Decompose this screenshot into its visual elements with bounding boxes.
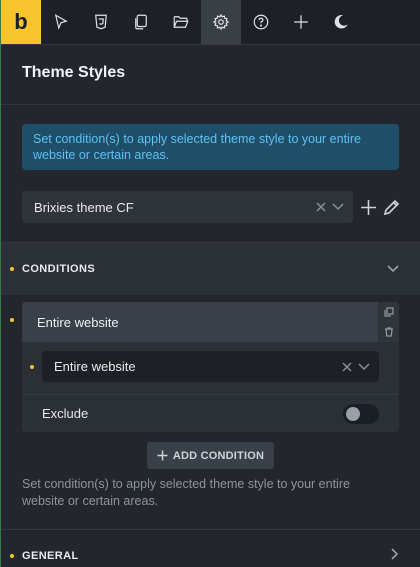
title-divider [1,104,420,105]
add-condition-label: ADD CONDITION [172,449,265,462]
active-dot [10,267,14,271]
clear-icon[interactable] [342,361,352,372]
panel-title: Theme Styles [22,64,126,81]
help-icon[interactable] [241,0,281,44]
general-section-header[interactable]: GENERAL [1,530,420,567]
add-style-icon[interactable] [360,199,377,221]
condition-dot [10,318,14,322]
edit-pencil-icon[interactable] [383,199,400,221]
conditions-section-header[interactable]: CONDITIONS [1,243,420,295]
cursor-icon[interactable] [41,0,81,44]
plus-icon [157,450,168,461]
chevron-down-icon [387,260,399,278]
css3-icon[interactable] [81,0,121,44]
plus-icon[interactable] [281,0,321,44]
folder-icon[interactable] [161,0,201,44]
exclude-toggle[interactable] [343,404,379,424]
clear-icon[interactable] [316,202,326,212]
exclude-row: Exclude [22,394,399,432]
duplicate-icon[interactable] [383,307,394,317]
active-dot [10,554,14,558]
condition-actions [378,302,399,342]
toggle-knob [346,407,360,421]
info-message: Set condition(s) to apply selected theme… [22,124,399,170]
chevron-down-icon [358,362,370,370]
conditions-heading: CONDITIONS [22,263,96,275]
theme-style-value: Brixies theme CF [34,199,134,215]
chevron-down-icon [332,203,344,211]
condition-select-dot [30,365,34,369]
condition-card: Entire website Entire website Exclude [22,302,399,432]
toolbar-divider [1,44,420,45]
condition-card-header[interactable]: Entire website [22,302,378,342]
trash-icon[interactable] [384,327,394,337]
chevron-right-icon [391,547,399,565]
condition-select[interactable]: Entire website [42,351,379,382]
bricks-logo[interactable]: b [1,0,41,44]
moon-icon[interactable] [321,0,361,44]
gear-icon[interactable] [201,0,241,44]
add-condition-button[interactable]: ADD CONDITION [147,442,274,469]
conditions-help-text: Set condition(s) to apply selected theme… [22,477,350,508]
general-heading: GENERAL [22,550,79,562]
theme-style-select[interactable]: Brixies theme CF [22,191,353,223]
pages-icon[interactable] [121,0,161,44]
top-toolbar: b [1,0,420,44]
condition-select-value: Entire website [54,359,136,374]
exclude-label: Exclude [42,406,89,421]
